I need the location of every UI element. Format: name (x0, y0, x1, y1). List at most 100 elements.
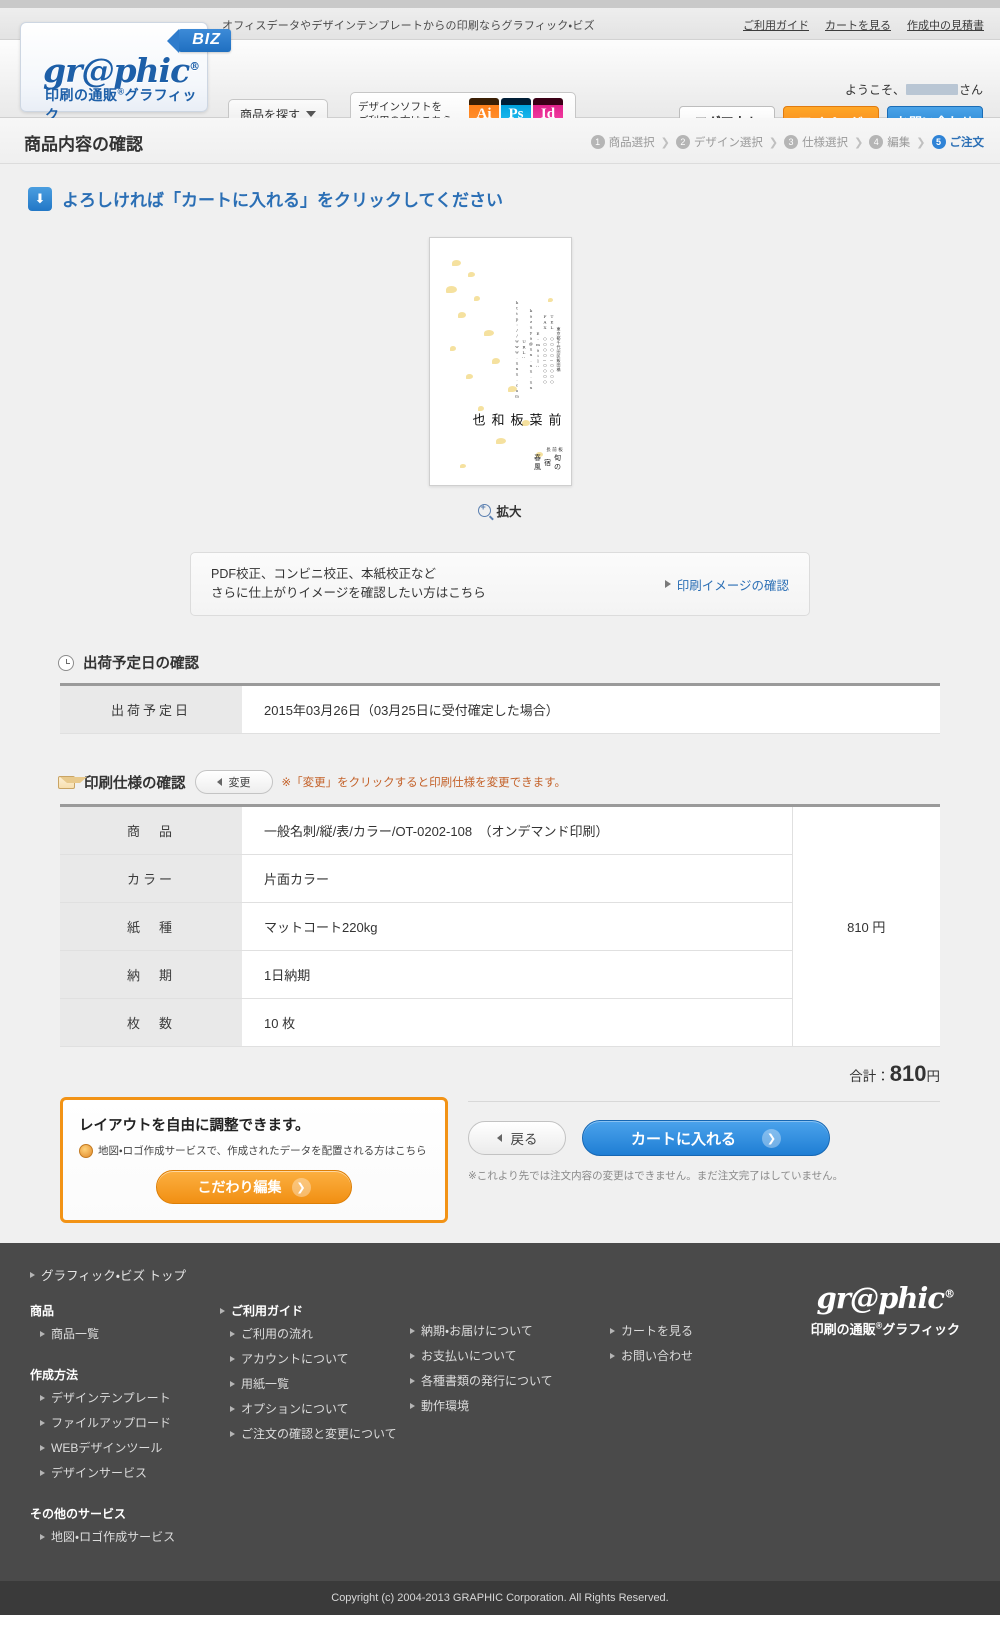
table-row: 出荷予定日 2015年03月26日（03月25日に受付確定した場合） (60, 684, 940, 734)
change-spec-button[interactable]: 変更 (194, 770, 273, 794)
footer-link-view-cart[interactable]: カートを見る (610, 1322, 780, 1339)
logo-block[interactable]: BIZ gr@phic® 印刷の通販®グラフィック (20, 22, 231, 123)
utility-links: ご利用ガイド カートを見る 作成中の見積書 (743, 17, 984, 33)
footer-link-requirements-label: 動作環境 (421, 1399, 470, 1413)
step-4-label: 編集 (887, 137, 911, 149)
map-logo-icon (79, 1143, 93, 1158)
arrow-right-circle-icon: ❯ (762, 1128, 781, 1148)
step-5[interactable]: 5 ご注文 (931, 134, 985, 150)
promo-subtitle: 地図・ロゴ作成サービスで、作成されたデータを配置される方はこちら (98, 1145, 427, 1157)
bullet-icon (230, 1430, 235, 1437)
footer-heading-guide[interactable]: ご利用ガイド (220, 1302, 410, 1319)
bullet-icon (410, 1352, 415, 1359)
total-label: 合計： (849, 1069, 890, 1084)
footer-link-flow[interactable]: ご利用の流れ (230, 1325, 410, 1342)
footer-link-options[interactable]: オプションについて (230, 1400, 410, 1417)
utility-link-quote[interactable]: 作成中の見積書 (907, 17, 984, 33)
design-software-line1: デザインソフトを (358, 101, 442, 113)
footer-link-file-upload[interactable]: ファイルアップロード (40, 1414, 220, 1431)
footer-link-payment[interactable]: お支払いについて (410, 1347, 610, 1364)
shipping-section-header: 出荷予定日の確認 (58, 652, 1000, 673)
step-5-label: ご注文 (949, 137, 985, 149)
print-image-check-link[interactable]: 印刷イメージの確認 (664, 575, 789, 594)
utility-link-cart[interactable]: カートを見る (825, 17, 891, 33)
shipping-section-title: 出荷予定日の確認 (83, 656, 199, 672)
footer-link-order-change[interactable]: ご注文の確認と変更について (230, 1425, 410, 1442)
layout-promo-box: レイアウトを自由に調整できます。 地図・ロゴ作成サービスで、作成されたデータを配… (60, 1097, 448, 1223)
bottom-area: レイアウトを自由に調整できます。 地図・ロゴ作成サービスで、作成されたデータを配… (60, 1097, 940, 1223)
spec-value-3: 1日納期 (242, 950, 792, 999)
site-footer: グラフィック・ビズ トップ 商品 商品一覧 作成方法 デザインテンプレート ファ… (0, 1243, 1000, 1581)
footer-link-account[interactable]: アカウントについて (230, 1350, 410, 1367)
spec-table: 商 品 一般名刺/縦/表/カラー/OT-0202-108 （オンデマンド印刷） … (60, 804, 940, 1047)
custom-edit-label: こだわり編集 (197, 1179, 282, 1195)
footer-columns: 商品 商品一覧 作成方法 デザインテンプレート ファイルアップロード WEBデザ… (0, 1302, 1000, 1553)
footer-link-options-label: オプションについて (241, 1402, 349, 1416)
zoom-preview-link[interactable]: 拡大 (0, 501, 1000, 520)
welcome-suffix: さん (958, 83, 983, 97)
table-row: 商 品 一般名刺/縦/表/カラー/OT-0202-108 （オンデマンド印刷） … (60, 805, 940, 1047)
total-unit: 円 (926, 1069, 941, 1084)
footer-link-product-list[interactable]: 商品一覧 (40, 1325, 220, 1342)
step-2[interactable]: 2 デザイン選択 (675, 134, 763, 150)
add-to-cart-label: カートに入れる (630, 1130, 736, 1148)
bullet-icon (230, 1330, 235, 1337)
utility-link-guide[interactable]: ご利用ガイド (743, 17, 809, 33)
bullet-icon (230, 1405, 235, 1412)
bullet-icon (410, 1402, 415, 1409)
logo-subtitle-a: 印刷の通販 (45, 87, 118, 103)
footer-link-documents[interactable]: 各種書類の発行について (410, 1372, 610, 1389)
footer-link-map-logo-service-label: 地図・ロゴ作成サービス (51, 1530, 176, 1544)
step-4[interactable]: 4 編集 (869, 134, 910, 150)
browser-chrome-strip (0, 0, 1000, 8)
footer-link-flow-label: ご利用の流れ (241, 1327, 314, 1341)
action-buttons-row: 戻る カートに入れる ❯ (468, 1120, 940, 1156)
footer-link-order-change-label: ご注文の確認と変更について (241, 1427, 397, 1441)
footer-link-design-template[interactable]: デザインテンプレート (40, 1389, 220, 1406)
bullet-icon (610, 1327, 615, 1334)
preview-section: 旬の宿 春風 板前長 前菜板 和也 東京都千代田区飯田橋 TEL ○○○○－○○… (0, 237, 1000, 520)
custom-edit-button[interactable]: こだわり編集 ❯ (156, 1170, 352, 1204)
footer-heading-methods: 作成方法 (30, 1368, 79, 1382)
step-3-number: 3 (784, 135, 799, 149)
shipping-table: 出荷予定日 2015年03月26日（03月25日に受付確定した場合） (60, 683, 940, 734)
footer-link-delivery[interactable]: 納期・お届けについて (410, 1322, 610, 1339)
shipping-value: 2015年03月26日（03月25日に受付確定した場合） (242, 684, 940, 734)
footer-link-design-service-label: デザインサービス (51, 1466, 148, 1480)
step-4-number: 4 (869, 135, 884, 149)
footer-link-web-design-tool-label: WEBデザインツール (51, 1441, 163, 1455)
business-card-preview[interactable]: 旬の宿 春風 板前長 前菜板 和也 東京都千代田区飯田橋 TEL ○○○○－○○… (428, 237, 572, 486)
footer-link-paper-list[interactable]: 用紙一覧 (230, 1375, 410, 1392)
footer-link-design-service[interactable]: デザインサービス (40, 1464, 220, 1481)
change-spec-label: 変更 (228, 777, 251, 789)
spec-value-1: 片面カラー (242, 854, 792, 903)
add-to-cart-button[interactable]: カートに入れる ❯ (582, 1120, 830, 1156)
chevron-left-icon (496, 1134, 502, 1142)
actions-divider (468, 1101, 940, 1102)
main-content: ⬇ よろしければ「カートに入れる」をクリックしてください 旬の宿 春風 板前長 (0, 164, 1000, 1243)
triangle-right-icon (664, 580, 671, 588)
step-3[interactable]: 3 仕様選択 (784, 134, 848, 150)
footer-link-web-design-tool[interactable]: WEBデザインツール (40, 1439, 220, 1456)
card-person-name: 前菜板 和也 (469, 412, 561, 429)
step-1-number: 1 (590, 135, 605, 149)
footer-link-design-template-label: デザインテンプレート (51, 1391, 171, 1405)
back-button[interactable]: 戻る (468, 1121, 566, 1155)
step-1[interactable]: 1 商品選択 (590, 134, 655, 150)
footer-link-contact[interactable]: お問い合わせ (610, 1347, 780, 1364)
footer-link-requirements[interactable]: 動作環境 (410, 1397, 610, 1414)
footer-column-3: 納期・お届けについて お支払いについて 各種書類の発行について 動作環境 (410, 1302, 610, 1553)
back-button-label: 戻る (510, 1132, 538, 1147)
footer-link-map-logo-service[interactable]: 地図・ロゴ作成サービス (40, 1528, 220, 1545)
bullet-icon (410, 1327, 415, 1334)
username-redacted (905, 84, 958, 95)
total-amount: 810 (889, 1061, 927, 1086)
spec-label-1: カラー (60, 854, 242, 903)
arrow-right-circle-icon: ❯ (291, 1177, 311, 1197)
footer-link-payment-label: お支払いについて (421, 1349, 517, 1363)
envelope-icon (58, 775, 87, 789)
card-address: 東京都千代田区飯田橋 (556, 327, 562, 372)
footer-column-4: カートを見る お問い合わせ (610, 1302, 780, 1553)
